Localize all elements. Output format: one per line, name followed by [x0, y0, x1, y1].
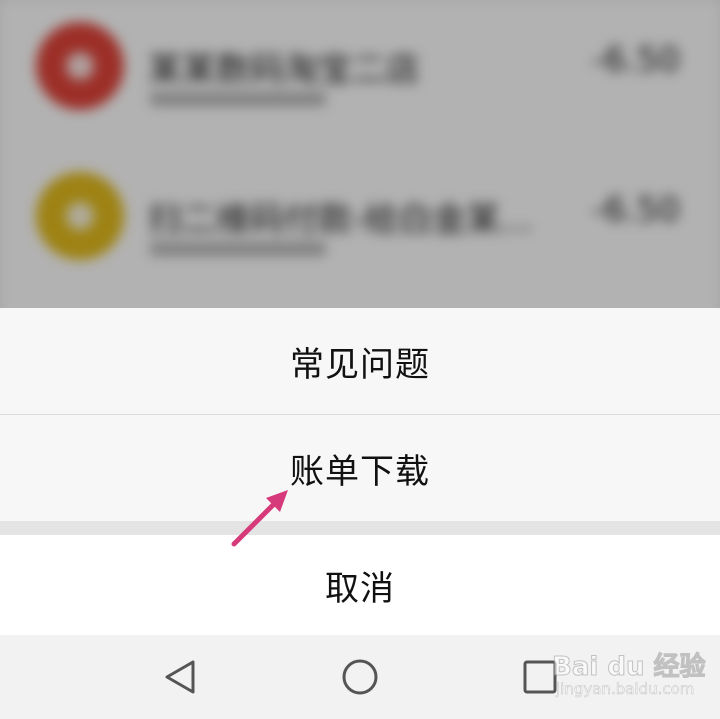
section-gap — [0, 521, 720, 535]
watermark-logo: Bai du 经验 — [552, 652, 706, 683]
back-button[interactable] — [156, 653, 204, 701]
annotation-arrow-icon — [231, 490, 288, 547]
cancel-button[interactable]: 取消 — [0, 535, 720, 635]
home-button[interactable] — [336, 653, 384, 701]
baidu-jingyan-watermark: Bai du 经验 jingyan.baidu.com — [552, 646, 706, 706]
circle-home-icon — [342, 659, 378, 695]
faq-button[interactable]: 常见问题 — [0, 308, 720, 414]
triangle-back-icon — [165, 660, 195, 694]
bill-download-button[interactable]: 账单下载 — [0, 415, 720, 521]
watermark-url: jingyan.baidu.com — [556, 680, 695, 699]
action-sheet: 常见问题 账单下载 取消 — [0, 308, 720, 635]
